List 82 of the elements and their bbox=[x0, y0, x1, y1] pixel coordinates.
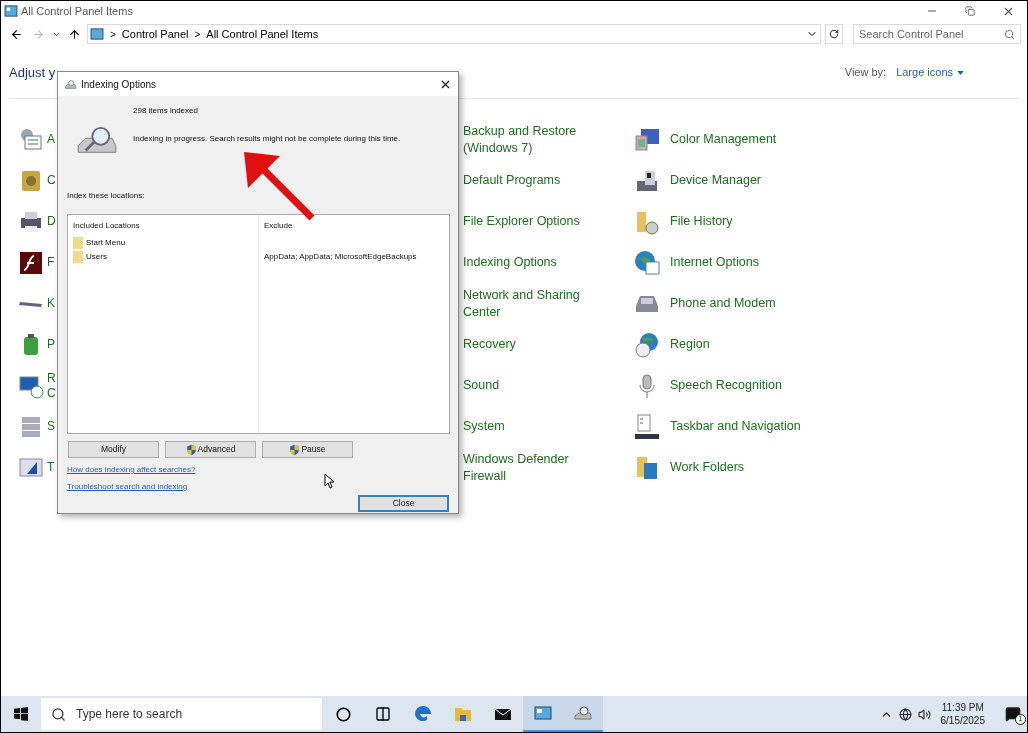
windows-logo-icon bbox=[14, 707, 28, 721]
control-panel-item[interactable]: Region bbox=[670, 335, 710, 354]
clock-time[interactable]: 11:39 PM bbox=[941, 701, 984, 714]
dialog-button[interactable]: Advanced bbox=[165, 441, 256, 458]
control-panel-item[interactable]: D bbox=[47, 214, 56, 229]
control-panel-item[interactable]: File Explorer Options bbox=[463, 213, 603, 230]
control-panel-item[interactable]: Color Management bbox=[670, 130, 777, 149]
dialog-button[interactable]: Pause bbox=[262, 441, 353, 458]
control-panel-item[interactable]: Backup and Restore (Windows 7) bbox=[463, 122, 603, 157]
control-panel-item[interactable]: Phone and Modem bbox=[670, 294, 776, 313]
column-header[interactable]: Included Locations bbox=[73, 220, 258, 232]
control-panel-item[interactable]: T bbox=[47, 460, 56, 475]
control-panel-item[interactable]: Taskbar and Navigation bbox=[670, 417, 801, 436]
search-icon bbox=[51, 706, 66, 722]
view-by-dropdown[interactable]: Large icons bbox=[896, 64, 964, 81]
folder-icon bbox=[73, 251, 83, 263]
control-panel-item[interactable]: Recovery bbox=[463, 336, 603, 353]
location-row[interactable]: Users bbox=[73, 250, 258, 264]
control-panel-item[interactable]: R C bbox=[47, 370, 56, 401]
control-panel-item[interactable]: System bbox=[463, 418, 603, 435]
control-panel-item[interactable]: F bbox=[47, 255, 56, 270]
control-panel-item[interactable]: Default Programs bbox=[463, 172, 603, 189]
control-panel-icon bbox=[90, 28, 104, 40]
cursor-icon bbox=[324, 473, 334, 489]
clock-date[interactable]: 6/15/2025 bbox=[940, 714, 985, 727]
control-panel-item[interactable]: Network and Sharing Center bbox=[463, 286, 603, 321]
task-view-icon[interactable] bbox=[375, 706, 391, 722]
window-title: All Control Panel Items bbox=[21, 3, 133, 19]
breadcrumb[interactable]: All Control Panel Items bbox=[206, 25, 319, 43]
magnifier-drive-icon bbox=[64, 77, 77, 91]
control-panel-item[interactable]: Work Folders bbox=[670, 458, 745, 477]
cortana-icon[interactable] bbox=[335, 706, 351, 722]
dialog-title: Indexing Options bbox=[81, 77, 157, 92]
volume-icon[interactable] bbox=[917, 707, 931, 721]
control-panel-item[interactable]: C bbox=[47, 173, 56, 188]
view-by-label: View by: bbox=[844, 65, 887, 81]
control-panel-item[interactable]: Sound bbox=[463, 377, 603, 394]
shield-icon bbox=[185, 443, 197, 456]
control-panel-item[interactable]: Indexing Options bbox=[463, 254, 603, 271]
magnifier-drive-icon[interactable] bbox=[573, 703, 593, 723]
folder-icon bbox=[73, 237, 83, 249]
close-dialog-button[interactable]: Close bbox=[358, 495, 449, 512]
keyboard-icon bbox=[19, 300, 43, 307]
refresh-button[interactable] bbox=[825, 24, 843, 44]
caret-icon bbox=[957, 70, 964, 75]
control-panel-item[interactable]: A bbox=[47, 132, 56, 147]
search-icon bbox=[1004, 28, 1015, 40]
control-panel-item[interactable]: Windows Defender Firewall bbox=[463, 450, 603, 485]
taskbar-search-field[interactable]: Type here to search bbox=[41, 698, 322, 730]
shield-icon bbox=[289, 443, 301, 456]
help-link[interactable]: How does indexing affect searches? bbox=[67, 464, 196, 476]
globe-clock-icon bbox=[633, 330, 661, 359]
dialog-button[interactable]: Modify bbox=[68, 441, 159, 458]
help-link[interactable]: Troubleshoot search and indexing bbox=[67, 481, 188, 493]
control-panel-item[interactable]: Device Manager bbox=[670, 171, 761, 190]
locations-label: Index these locations: bbox=[67, 190, 146, 202]
taskbar-checklist-icon bbox=[633, 412, 661, 441]
indexing-status: Indexing in progress. Search results might not be complete during this time. bbox=[133, 133, 401, 145]
search-field[interactable]: Search Control Panel bbox=[853, 24, 1021, 44]
globe-checklist-icon bbox=[633, 248, 661, 277]
control-panel-icon[interactable] bbox=[533, 703, 553, 723]
control-panel-item[interactable]: Speech Recognition bbox=[670, 376, 782, 395]
breadcrumb-separator: > bbox=[194, 27, 201, 42]
control-panel-item[interactable]: K bbox=[47, 296, 56, 311]
control-panel-item[interactable]: Internet Options bbox=[670, 253, 759, 272]
control-panel-item[interactable]: P bbox=[47, 337, 56, 352]
network-icon[interactable] bbox=[898, 707, 912, 721]
breadcrumb[interactable]: Control Panel bbox=[121, 25, 189, 43]
control-panel-item[interactable]: S bbox=[47, 419, 56, 434]
restore-icon bbox=[965, 6, 975, 16]
column-header[interactable]: Exclude bbox=[264, 220, 449, 232]
page-heading: Adjust y bbox=[9, 63, 56, 82]
control-panel-icon bbox=[4, 5, 18, 17]
address-bar[interactable]: > Control Panel > All Control Panel Items bbox=[87, 24, 821, 44]
exclude-cell: AppData; AppData; MicrosoftEdgeBackups bbox=[264, 251, 417, 263]
breadcrumb-separator: > bbox=[110, 27, 116, 42]
items-indexed-count: 298 items indexed bbox=[133, 105, 199, 117]
location-row[interactable]: Start Menu bbox=[73, 236, 258, 250]
control-panel-item[interactable]: File History bbox=[670, 212, 733, 231]
browser-icon[interactable] bbox=[413, 704, 433, 724]
notifications-icon[interactable] bbox=[1005, 706, 1021, 722]
refresh-icon bbox=[829, 29, 839, 39]
